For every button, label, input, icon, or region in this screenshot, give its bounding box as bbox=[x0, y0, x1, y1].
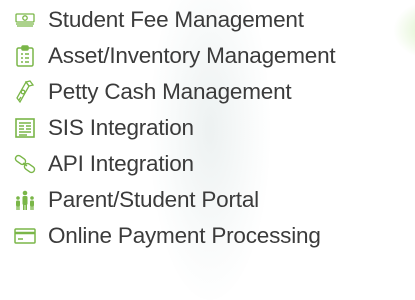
feature-label: Parent/Student Portal bbox=[48, 187, 259, 212]
feature-online-payment-processing: Online Payment Processing bbox=[12, 219, 321, 253]
money-stack-icon bbox=[12, 7, 38, 33]
feature-label: Asset/Inventory Management bbox=[48, 43, 336, 68]
feature-label: Online Payment Processing bbox=[48, 223, 321, 248]
feature-api-integration: API Integration bbox=[12, 147, 194, 181]
background-accent bbox=[393, 0, 415, 60]
credit-card-icon bbox=[12, 223, 38, 249]
clipboard-icon bbox=[12, 43, 38, 69]
cash-roll-icon bbox=[12, 79, 38, 105]
feature-parent-student-portal: Parent/Student Portal bbox=[12, 183, 259, 217]
feature-label: Student Fee Management bbox=[48, 7, 304, 32]
feature-asset-inventory-management: Asset/Inventory Management bbox=[12, 39, 336, 73]
feature-label: Petty Cash Management bbox=[48, 79, 292, 104]
feature-student-fee-management: Student Fee Management bbox=[12, 3, 304, 37]
document-icon bbox=[12, 115, 38, 141]
link-icon bbox=[12, 151, 38, 177]
feature-petty-cash-management: Petty Cash Management bbox=[12, 75, 292, 109]
feature-label: SIS Integration bbox=[48, 115, 194, 140]
feature-label: API Integration bbox=[48, 151, 194, 176]
feature-sis-integration: SIS Integration bbox=[12, 111, 194, 145]
people-icon bbox=[12, 187, 38, 213]
